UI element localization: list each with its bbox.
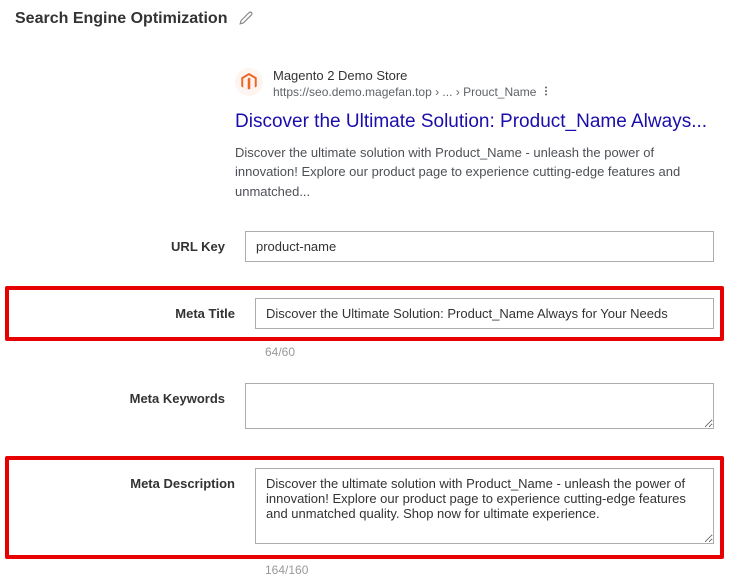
- meta-description-row: Meta Description Discover the ultimate s…: [5, 456, 724, 559]
- preview-url: https://seo.demo.magefan.top › ... › Pro…: [273, 85, 552, 100]
- magento-icon: [235, 68, 263, 96]
- preview-description: Discover the ultimate solution with Prod…: [235, 143, 714, 202]
- meta-title-row: Meta Title: [5, 286, 724, 341]
- preview-header: Magento 2 Demo Store https://seo.demo.ma…: [235, 68, 714, 100]
- seo-preview: Magento 2 Demo Store https://seo.demo.ma…: [235, 68, 714, 201]
- meta-title-label: Meta Title: [15, 298, 255, 321]
- meta-title-input[interactable]: [255, 298, 714, 329]
- section-header: Search Engine Optimization: [15, 10, 714, 28]
- section-title: Search Engine Optimization: [15, 10, 227, 28]
- more-dots-icon[interactable]: [540, 85, 552, 100]
- meta-keywords-input[interactable]: [245, 383, 714, 429]
- url-key-input[interactable]: [245, 231, 714, 262]
- meta-description-label: Meta Description: [15, 468, 255, 491]
- url-key-row: URL Key: [15, 231, 714, 262]
- meta-title-counter: 64/60: [265, 345, 714, 359]
- edit-icon[interactable]: [239, 11, 253, 28]
- url-key-label: URL Key: [15, 231, 245, 254]
- meta-description-input[interactable]: Discover the ultimate solution with Prod…: [255, 468, 714, 544]
- meta-keywords-label: Meta Keywords: [15, 383, 245, 406]
- preview-title: Discover the Ultimate Solution: Product_…: [235, 110, 714, 135]
- preview-store-name: Magento 2 Demo Store: [273, 68, 552, 85]
- meta-description-counter: 164/160: [265, 563, 714, 577]
- meta-keywords-row: Meta Keywords: [15, 383, 714, 432]
- preview-url-text: https://seo.demo.magefan.top › ... › Pro…: [273, 85, 536, 99]
